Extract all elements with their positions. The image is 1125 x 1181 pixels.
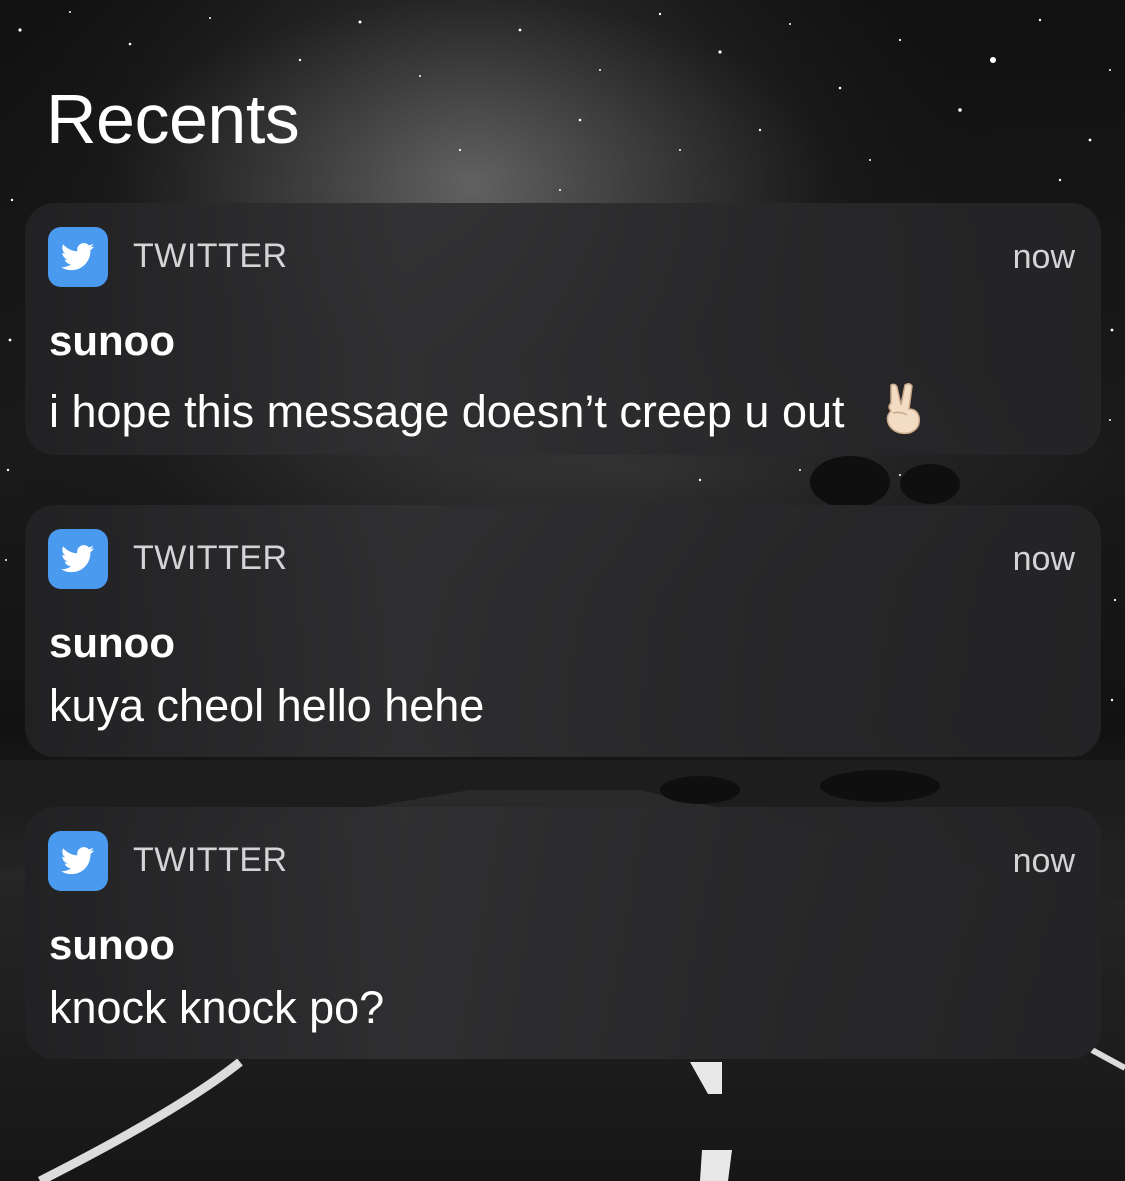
notification-message: kuya cheol hello hehe [49,680,485,731]
notification-message-text: i hope this message doesn’t creep u out [49,386,845,437]
notification-card[interactable]: TWITTER now sunoo i hope this message do… [25,203,1101,455]
notification-time: now [1012,842,1075,880]
notification-sender: sunoo [49,317,175,364]
notification-time: now [1012,540,1075,578]
twitter-bird-icon [48,831,108,891]
notification-sender: sunoo [49,921,175,968]
notification-card[interactable]: TWITTER now sunoo kuya cheol hello hehe [25,505,1101,757]
notification-app-name: TWITTER [133,539,288,577]
notification-message: knock knock po? [49,982,385,1033]
victory-hand-icon [881,381,925,442]
notification-card[interactable]: TWITTER now sunoo knock knock po? [25,807,1101,1059]
twitter-bird-icon [48,529,108,589]
notification-message: i hope this message doesn’t creep u out [49,381,925,442]
notification-app-name: TWITTER [133,841,288,879]
notification-sender: sunoo [49,619,175,666]
notification-app-name: TWITTER [133,237,288,275]
twitter-bird-icon [48,227,108,287]
notification-time: now [1012,238,1075,276]
page-title: Recents [46,80,300,158]
